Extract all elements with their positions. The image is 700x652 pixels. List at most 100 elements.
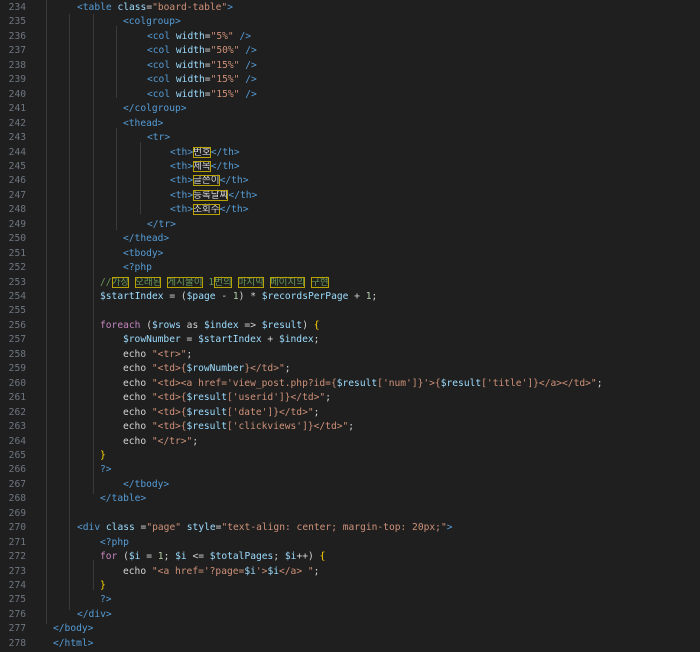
code-line[interactable]: 234 <table class="board-table">	[0, 1, 700, 16]
code-line[interactable]: 244 <th>번호</th>	[0, 146, 700, 161]
code-line[interactable]: 267 </tbody>	[0, 478, 700, 493]
code-token: "<td><a href='view_post.php?id={	[151, 377, 337, 389]
code-line[interactable]: 268 </table>	[0, 492, 700, 507]
code-text: <tr>	[147, 131, 170, 146]
line-number: 274	[8, 580, 26, 591]
code-text: $rowNumber = $startIndex + $index;	[123, 333, 319, 348]
code-token: =	[140, 551, 158, 563]
code-line[interactable]: 261 echo "<td>{$result['userid']}</td>";	[0, 391, 700, 406]
code-token: $recordsPerPage	[261, 291, 349, 302]
code-token: </colgroup>	[123, 103, 187, 115]
line-number: 241	[8, 103, 26, 115]
code-token: $page	[186, 291, 216, 302]
code-line[interactable]: 245 <th>제목</th>	[0, 160, 700, 175]
code-token: ['userid']}</td>"	[226, 392, 326, 404]
code-line[interactable]: 243 <tr>	[0, 131, 700, 146]
code-line[interactable]: 251 <tbody>	[0, 247, 700, 262]
code-line[interactable]: 242 <thead>	[0, 117, 700, 132]
line-number: 276	[8, 608, 26, 620]
code-line[interactable]: 239 <col width="15%" />	[0, 73, 700, 88]
line-number: 236	[8, 30, 26, 42]
code-token: <col	[147, 59, 176, 71]
code-token: as	[180, 319, 204, 331]
code-line[interactable]: 254 $startIndex = ($page - 1) * $recordsP…	[0, 290, 700, 305]
code-token: "board-table"	[152, 2, 228, 13]
code-line[interactable]: 278 </html>	[0, 637, 700, 652]
code-line[interactable]: 270 <div class ="page" style="text-align:…	[0, 521, 700, 536]
code-line[interactable]: 260 echo "<td><a href='view_post.php?id={…	[0, 377, 700, 392]
code-token: </th>	[219, 175, 249, 187]
code-line[interactable]: 237 <col width="50%" />	[0, 44, 700, 59]
code-line[interactable]: 247 <th>등록날짜</th>	[0, 189, 700, 204]
code-line[interactable]: 236 <col width="5%" />	[0, 30, 700, 45]
code-token: "<tr>"	[151, 348, 187, 360]
code-line[interactable]: 276 </div>	[0, 608, 700, 623]
code-text: echo "<td><a href='view_post.php?id={$re…	[123, 377, 602, 392]
code-token: "5%"	[210, 30, 234, 42]
code-token: 글쓴이	[193, 175, 220, 187]
code-line[interactable]: 269	[0, 507, 700, 522]
code-line[interactable]: 274}	[0, 579, 700, 594]
code-line[interactable]: 257 $rowNumber = $startIndex + $index;	[0, 333, 700, 348]
code-token: <tr>	[147, 132, 171, 144]
code-text: echo "<td>{$result['date']}</td>";	[123, 406, 319, 421]
code-line[interactable]: 256 foreach ($rows as $index => $result) …	[0, 319, 700, 334]
line-number: 261	[8, 392, 26, 404]
code-token: </a> "	[279, 565, 314, 577]
code-line[interactable]: 259 echo "<td>{$rowNumber}</td>";	[0, 362, 700, 377]
code-line[interactable]: 258 echo "<tr>";	[0, 348, 700, 363]
line-number: 253	[8, 276, 26, 288]
code-line[interactable]: 265}	[0, 449, 700, 464]
code-line[interactable]: 246 <th>글쓴이</th>	[0, 174, 700, 189]
code-line[interactable]: 248 <th>조회수</th>	[0, 203, 700, 218]
code-token: </th>	[228, 189, 258, 201]
code-token: }</td>"	[244, 363, 285, 375]
code-token: ;	[596, 377, 603, 389]
code-token: = (	[163, 291, 187, 302]
code-token: $i	[267, 565, 279, 577]
code-token: "text-align: center; margin-top: 20px;"	[221, 522, 447, 534]
code-line[interactable]: 271 <?php	[0, 536, 700, 551]
code-token: class	[117, 2, 147, 13]
code-line[interactable]: 252 <?php	[0, 261, 700, 276]
code-token: echo	[123, 435, 152, 447]
code-token: echo	[123, 363, 152, 375]
code-text: $startIndex = ($page - 1) * $recordsPerP…	[100, 290, 377, 305]
code-text: <th>제목</th>	[170, 160, 240, 175]
line-number: 275	[8, 594, 26, 606]
code-token: for	[100, 551, 118, 563]
line-number: 243	[8, 132, 26, 144]
code-line[interactable]: 255	[0, 304, 700, 319]
code-line[interactable]: 241 </colgroup>	[0, 102, 700, 117]
line-number: 240	[8, 88, 26, 100]
code-text: <colgroup>	[123, 15, 181, 30]
code-line[interactable]: 250 </thead>	[0, 232, 700, 247]
code-token: </tr>	[147, 218, 176, 230]
code-token: ;	[325, 392, 331, 404]
code-token: />	[239, 88, 257, 100]
code-line[interactable]: 253 //가장 오래된 게시물이 1번의 마지막 페이지의 구현	[0, 276, 700, 291]
code-line[interactable]: 240 <col width="15%" />	[0, 88, 700, 103]
code-line[interactable]: 238 <col width="15%" />	[0, 59, 700, 74]
code-line[interactable]: 235 <colgroup>	[0, 15, 700, 30]
code-text: </thead>	[123, 232, 169, 247]
code-line[interactable]: 277 </body>	[0, 622, 700, 637]
code-token: </table>	[100, 493, 147, 505]
line-number: 238	[8, 59, 26, 71]
code-editor[interactable]: 234 <table class="board-table"> 235 <colgro…	[0, 0, 700, 652]
code-line[interactable]: 272 for ($i = 1; $i <= $totalPages; $i++)…	[0, 550, 700, 565]
code-line[interactable]: 264 echo "</tr>";	[0, 435, 700, 450]
code-line[interactable]: 273 echo "<a href='?page=$i'>$i</a> ";	[0, 565, 700, 580]
code-token: foreach	[100, 319, 141, 331]
code-token: (	[140, 319, 152, 331]
code-text: <th>글쓴이</th>	[170, 174, 248, 189]
code-line[interactable]: 263 echo "<td>{$result['clickviews']}</td…	[0, 420, 700, 435]
code-line[interactable]: 262 echo "<td>{$result['date']}</td>";	[0, 406, 700, 421]
code-line[interactable]: 249 </tr>	[0, 218, 700, 233]
code-line[interactable]: 266 ?>	[0, 463, 700, 478]
code-line[interactable]: 275 ?>	[0, 593, 700, 608]
code-token: <table	[77, 2, 118, 13]
code-token: $rows	[152, 319, 181, 331]
line-number: 260	[8, 377, 26, 389]
